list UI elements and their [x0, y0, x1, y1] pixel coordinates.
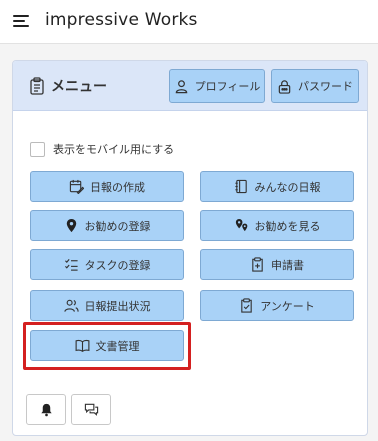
top-bar: impressive Works	[0, 0, 378, 44]
password-button-label: パスワード	[298, 80, 353, 93]
menu-card-header: メニュー プロフィール パスワード	[13, 61, 367, 111]
register-recommendation-label: お勧めの登録	[84, 219, 151, 233]
survey-button[interactable]: アンケート	[200, 290, 354, 321]
clipboard-plus-icon	[252, 257, 263, 272]
everyone-daily-reports-label: みんなの日報	[254, 180, 321, 194]
profile-button-label: プロフィール	[194, 80, 261, 93]
view-recommendations-label: お勧めを見る	[254, 219, 321, 233]
document-management-button[interactable]: 文書管理	[30, 330, 184, 361]
mobile-display-checkbox[interactable]	[30, 141, 45, 157]
report-submission-status-button[interactable]: 日報提出状況	[30, 290, 184, 321]
bell-icon	[40, 403, 52, 417]
everyone-daily-reports-button[interactable]: みんなの日報	[200, 171, 354, 202]
clipboard-check-icon	[241, 298, 252, 313]
notifications-button[interactable]	[26, 394, 66, 425]
calendar-edit-icon	[69, 179, 84, 194]
register-task-button[interactable]: タスクの登録	[30, 249, 184, 280]
mobile-display-toggle[interactable]: 表示をモバイル用にする	[30, 139, 174, 159]
menu-card: メニュー プロフィール パスワード 表示をモバイル用にする 日報の作成 みんなの…	[12, 60, 368, 436]
profile-button[interactable]: プロフィール	[169, 69, 265, 103]
register-recommendation-button[interactable]: お勧めの登録	[30, 210, 184, 241]
document-management-label: 文書管理	[95, 339, 140, 353]
report-submission-status-label: 日報提出状況	[84, 299, 151, 313]
clipboard-list-icon	[30, 77, 44, 95]
mobile-display-label: 表示をモバイル用にする	[53, 143, 175, 156]
survey-label: アンケート	[260, 299, 315, 313]
password-button[interactable]: パスワード	[271, 69, 359, 103]
chat-bubbles-icon	[84, 403, 98, 416]
menu-title: メニュー	[51, 79, 107, 95]
create-daily-report-button[interactable]: 日報の作成	[30, 171, 184, 202]
app-title: impressive Works	[45, 10, 198, 30]
user-icon	[175, 79, 187, 93]
open-book-icon	[75, 339, 89, 353]
application-form-button[interactable]: 申請書	[200, 249, 354, 280]
checklist-icon	[64, 258, 78, 271]
map-pins-icon	[235, 218, 247, 232]
notebook-icon	[234, 179, 247, 194]
application-form-label: 申請書	[271, 258, 304, 272]
chat-button[interactable]	[71, 394, 111, 425]
lock-icon	[278, 79, 291, 94]
map-pin-icon	[66, 218, 76, 233]
register-task-label: タスクの登録	[84, 258, 151, 272]
create-daily-report-label: 日報の作成	[90, 180, 145, 194]
hamburger-menu-icon[interactable]	[13, 13, 31, 29]
view-recommendations-button[interactable]: お勧めを見る	[200, 210, 354, 241]
users-icon	[63, 299, 79, 312]
